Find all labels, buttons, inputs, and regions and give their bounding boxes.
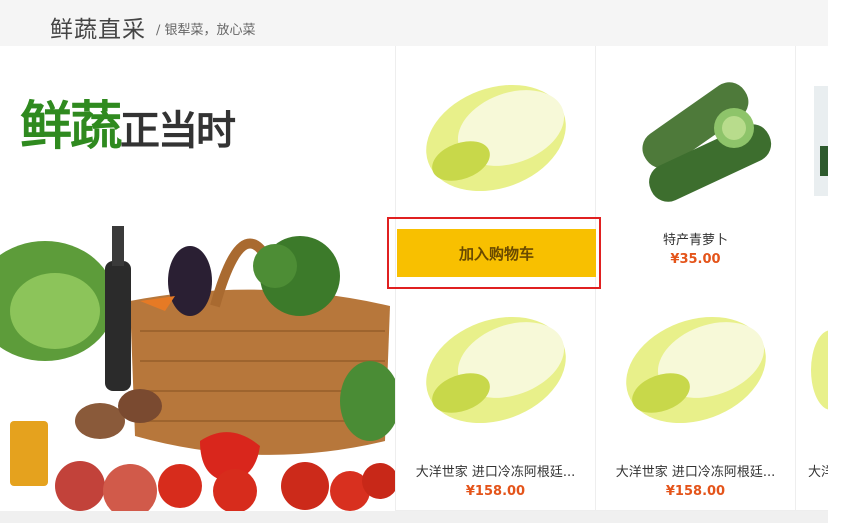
- product-name[interactable]: 大洋: [808, 461, 828, 480]
- right-margin: [828, 0, 853, 523]
- product-name[interactable]: 大洋世家 进口冷冻阿根廷...: [596, 461, 795, 480]
- banner-slogan: 鲜蔬正当时: [20, 84, 236, 159]
- product-price: ¥35.00: [670, 252, 721, 267]
- section-header: 鲜蔬直采 / 银犁菜，放心菜: [0, 0, 828, 46]
- product-card[interactable]: 大洋: [795, 278, 828, 511]
- product-price: ¥158.00: [665, 484, 726, 499]
- product-name[interactable]: 特产青萝卜: [596, 229, 795, 248]
- section-subtitle: / 银犁菜，放心菜: [156, 23, 256, 38]
- product-price: ¥158.00: [465, 484, 526, 499]
- banner-vegetables-image: [0, 226, 395, 511]
- product-card[interactable]: 大洋世家 进口冷冻阿根廷... ¥158.00: [395, 278, 595, 511]
- cabbage-image: [811, 330, 828, 410]
- bottom-margin: [0, 511, 828, 523]
- banner-slogan-dark: 正当时: [120, 107, 236, 154]
- product-card[interactable]: 大洋世家 进口冷冻阿根廷... ¥158.00: [595, 278, 795, 511]
- section-title: 鲜蔬直采: [50, 17, 146, 43]
- product-card[interactable]: 特产青萝卜 ¥35.00: [595, 46, 795, 279]
- green-radish-image: [642, 82, 772, 202]
- cabbage-image: [626, 316, 766, 424]
- product-name[interactable]: 大洋世家 进口冷冻阿根廷...: [396, 461, 595, 480]
- product-card[interactable]: [795, 46, 828, 279]
- product-image: [814, 86, 828, 196]
- products-panel: 鲜蔬正当时 特产青萝卜 ¥35.00 大洋世家 进口冷冻阿根廷... ¥158.…: [0, 46, 828, 511]
- add-to-cart-button[interactable]: 加入购物车: [397, 229, 596, 277]
- banner-slogan-green: 鲜蔬: [20, 96, 122, 157]
- cabbage-image: [426, 316, 566, 424]
- cabbage-image: [426, 84, 566, 192]
- banner[interactable]: 鲜蔬正当时: [0, 46, 395, 511]
